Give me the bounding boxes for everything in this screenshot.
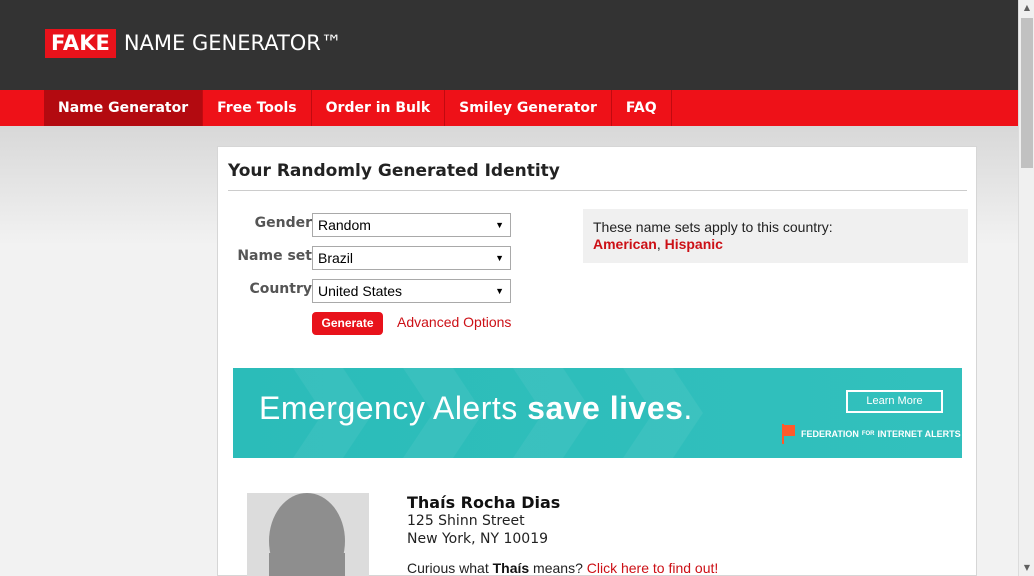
person-silhouette-icon [269,493,345,576]
nameset-label: Name set [237,248,312,264]
nameset-select-value: Brazil [318,250,354,266]
advanced-options-link[interactable]: Advanced Options [397,314,511,330]
country-label: Country [249,281,312,297]
nav-item-smiley-generator[interactable]: Smiley Generator [445,90,612,126]
curious-suffix: means? [529,560,587,576]
nameset-separator: , [656,236,665,252]
identity-panel: Your Randomly Generated Identity Gender … [217,146,977,576]
ad-organization: FEDERATION FOR INTERNET ALERTS [781,424,961,444]
nav-item-free-tools[interactable]: Free Tools [203,90,312,126]
nameset-link-american[interactable]: American [593,236,657,252]
logo-name-generator-text: NAME GENERATOR™ [123,31,342,55]
avatar [247,493,369,576]
ad-org-a: FEDERATION [801,429,859,439]
identity-city: New York, NY 10019 [407,531,549,547]
gender-row: Gender Random ▼ [218,213,518,237]
curious-name: Thaís [492,560,530,576]
ad-org-c: INTERNET ALERTS [877,429,961,439]
chevron-down-icon: ▼ [495,220,504,230]
country-row: Country United States ▼ [218,279,518,303]
gender-select[interactable]: Random ▼ [312,213,511,237]
scroll-up-icon[interactable]: ▲ [1019,0,1034,16]
nameset-info-text: These name sets apply to this country: [593,219,833,235]
country-select[interactable]: United States ▼ [312,279,511,303]
logo-fake-text: FAKE [45,29,116,58]
name-meaning-line: Curious what Thaís means? Click here to … [407,560,718,576]
learn-more-button[interactable]: Learn More [846,390,943,413]
chevron-down-icon: ▼ [495,253,504,263]
ad-headline-bold: save lives [527,390,684,426]
chevron-down-icon: ▼ [495,286,504,296]
page-title: Your Randomly Generated Identity [228,161,560,181]
name-meaning-link[interactable]: Click here to find out! [587,560,719,576]
nameset-select[interactable]: Brazil ▼ [312,246,511,270]
gender-label: Gender [254,215,312,231]
generate-button[interactable]: Generate [312,312,383,335]
title-divider [228,190,967,191]
ad-headline-light: Emergency Alerts [259,390,528,426]
site-logo[interactable]: FAKE NAME GENERATOR™ [45,29,342,58]
identity-street: 125 Shinn Street [407,513,525,529]
country-select-value: United States [318,283,403,299]
identity-name: Thaís Rocha Dias [407,493,561,512]
nameset-row: Name set Brazil ▼ [218,246,518,270]
site-header: FAKE NAME GENERATOR™ [0,0,1018,90]
ad-banner[interactable]: Emergency Alerts save lives. Learn More … [233,368,962,458]
main-nav: Name Generator Free Tools Order in Bulk … [0,90,1018,126]
scroll-down-icon[interactable]: ▼ [1019,560,1034,576]
ad-headline: Emergency Alerts save lives. [259,390,693,427]
nameset-info-box: These name sets apply to this country: A… [583,209,968,263]
ad-org-b: FOR [861,431,875,437]
gender-select-value: Random [318,217,371,233]
vertical-scrollbar[interactable]: ▲ ▼ [1018,0,1034,576]
scrollbar-thumb[interactable] [1021,18,1033,168]
nav-item-order-in-bulk[interactable]: Order in Bulk [312,90,446,126]
nav-item-faq[interactable]: FAQ [612,90,672,126]
curious-prefix: Curious what [407,560,493,576]
flag-icon [781,424,795,444]
nav-item-name-generator[interactable]: Name Generator [44,90,204,126]
ad-headline-end: . [683,390,693,426]
nameset-link-hispanic[interactable]: Hispanic [665,236,723,252]
